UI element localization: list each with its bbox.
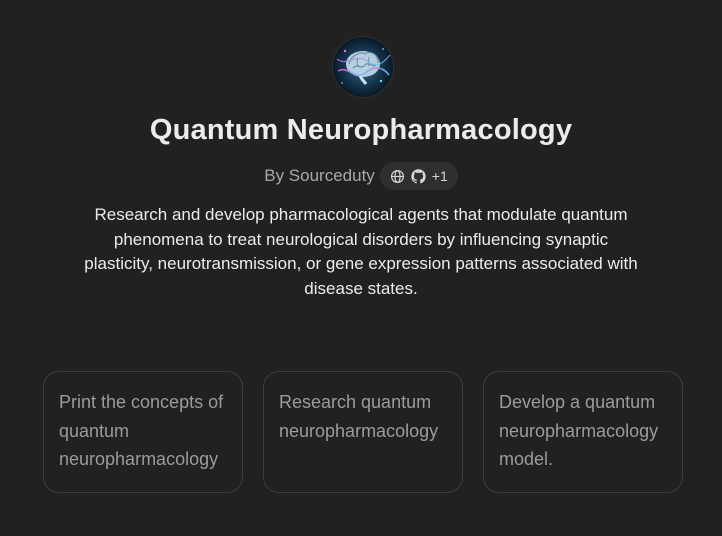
links-more-count: +1 bbox=[431, 168, 448, 184]
globe-icon[interactable] bbox=[390, 169, 405, 184]
starter-card[interactable]: Develop a quantum neuropharmacology mode… bbox=[483, 371, 683, 493]
starter-card[interactable]: Research quantum neuropharmacology bbox=[263, 371, 463, 493]
gpt-title: Quantum Neuropharmacology bbox=[149, 114, 573, 146]
author-links[interactable]: +1 bbox=[379, 162, 458, 190]
starter-card[interactable]: Print the concepts of quantum neuropharm… bbox=[43, 371, 243, 493]
author-name: By Sourceduty bbox=[264, 166, 375, 185]
gpt-landing: Quantum Neuropharmacology By Sourceduty … bbox=[0, 0, 722, 536]
brain-icon bbox=[333, 37, 393, 97]
gpt-avatar bbox=[333, 37, 393, 97]
conversation-starters: Print the concepts of quantum neuropharm… bbox=[43, 371, 683, 493]
gpt-description: Research and develop pharmacological age… bbox=[84, 205, 638, 298]
byline: By Sourceduty +1 bbox=[0, 162, 722, 190]
github-icon[interactable] bbox=[411, 168, 426, 184]
